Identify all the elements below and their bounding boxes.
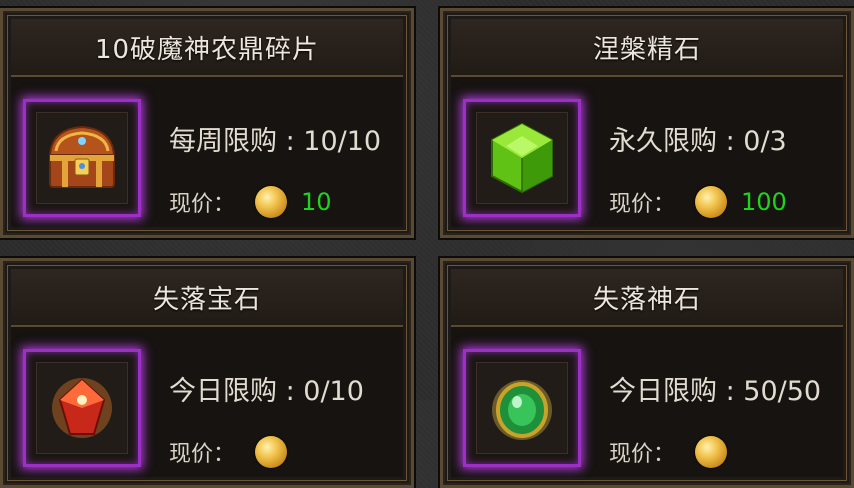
- price-row: 现价：: [609, 435, 741, 469]
- item-slot[interactable]: [23, 99, 141, 217]
- gold-coin-icon: [255, 186, 288, 218]
- price-value: 100: [741, 188, 787, 216]
- card-body: 永久限购 : 0/3 现价： 100: [451, 77, 843, 227]
- limit-label: 今日限购: [609, 376, 717, 407]
- item-name: 失落宝石: [152, 284, 261, 315]
- price-row: 现价：: [169, 435, 301, 469]
- card-header: 失落宝石: [11, 269, 403, 327]
- purchase-limit: 今日限购 : 50/50: [609, 376, 822, 407]
- shop-card-0[interactable]: 10破魔神农鼎碎片 每周限购 : 10/10 现价： 10: [0, 8, 414, 238]
- card-body: 今日限购 : 0/10 现价：: [11, 327, 403, 477]
- card-body: 今日限购 : 50/50 现价：: [451, 327, 843, 477]
- card-header: 失落神石: [451, 269, 843, 327]
- price-label: 现价：: [169, 442, 236, 467]
- shop-card-2[interactable]: 失落宝石 今日限购 : 0/10 现价：: [0, 258, 414, 488]
- price-label: 现价：: [169, 192, 236, 217]
- gold-coin-icon: [695, 436, 728, 468]
- limit-value: 10/10: [303, 126, 382, 157]
- price-label: 现价：: [609, 442, 676, 467]
- limit-value: 0/3: [743, 126, 787, 157]
- gold-coin-icon: [695, 186, 728, 218]
- purchase-limit: 今日限购 : 0/10: [169, 376, 364, 407]
- red-gem-icon: [36, 362, 128, 454]
- price-row: 现价： 10: [169, 185, 332, 219]
- shop-card-1[interactable]: 涅槃精石 永久限购 : 0/3 现价： 100: [440, 8, 854, 238]
- item-slot[interactable]: [23, 349, 141, 467]
- card-body: 每周限购 : 10/10 现价： 10: [11, 77, 403, 227]
- green-crystal-icon: [476, 112, 568, 204]
- purchase-limit: 每周限购 : 10/10: [169, 126, 382, 157]
- item-slot[interactable]: [463, 349, 581, 467]
- card-header: 涅槃精石: [451, 19, 843, 77]
- price-label: 现价：: [609, 192, 676, 217]
- item-slot[interactable]: [463, 99, 581, 217]
- limit-value: 0/10: [303, 376, 364, 407]
- card-header: 10破魔神农鼎碎片: [11, 19, 403, 77]
- item-name: 涅槃精石: [592, 34, 701, 65]
- green-orb-icon: [476, 362, 568, 454]
- item-name: 10破魔神农鼎碎片: [94, 34, 320, 65]
- limit-value: 50/50: [743, 376, 822, 407]
- limit-label: 每周限购: [169, 126, 277, 157]
- shop-card-3[interactable]: 失落神石 今日限购 : 50/50 现价：: [440, 258, 854, 488]
- item-name: 失落神石: [592, 284, 701, 315]
- limit-label: 今日限购: [169, 376, 277, 407]
- purchase-limit: 永久限购 : 0/3: [609, 126, 787, 157]
- price-row: 现价： 100: [609, 185, 787, 219]
- treasure-chest-icon: [36, 112, 128, 204]
- price-value: 10: [301, 188, 332, 216]
- limit-label: 永久限购: [609, 126, 717, 157]
- gold-coin-icon: [255, 436, 288, 468]
